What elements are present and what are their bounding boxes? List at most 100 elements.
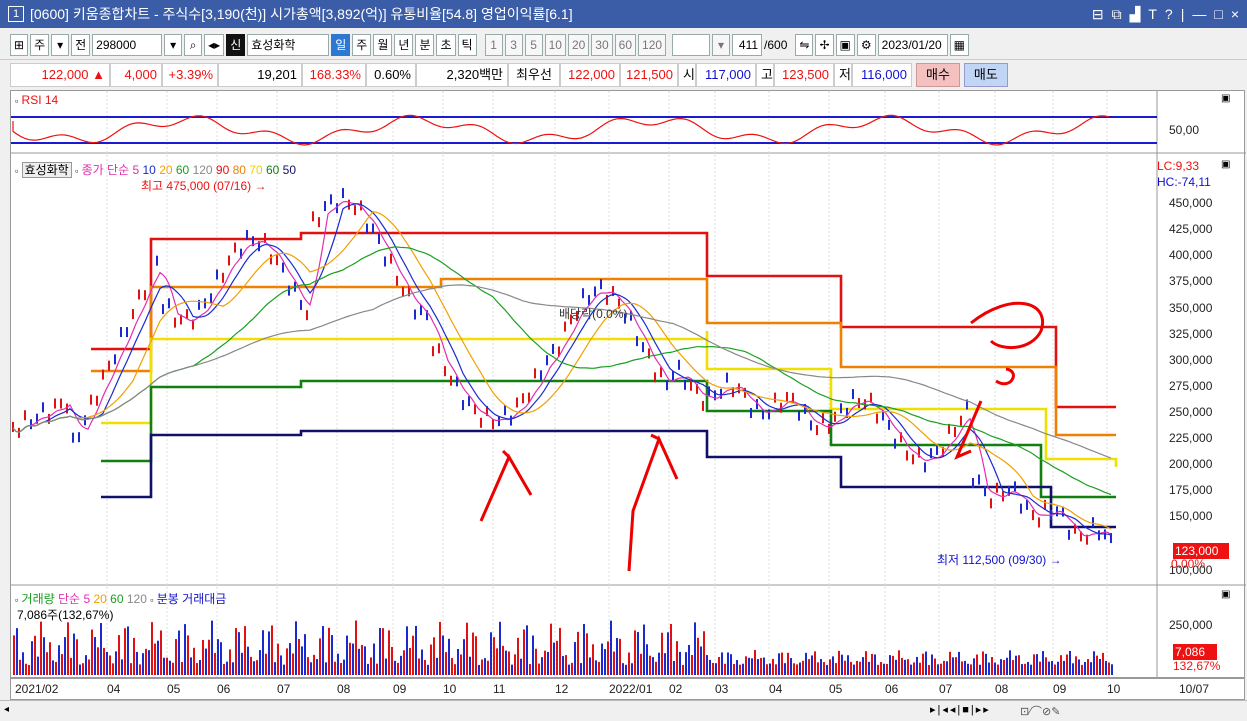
volume-bar [1051,661,1053,675]
candle [390,253,392,264]
candle [972,477,974,488]
interval-button-10[interactable]: 10 [544,33,566,56]
volume-bar [643,624,645,675]
volume-bar [850,661,852,675]
candle [78,432,80,443]
period-prefix[interactable]: 전 [71,33,91,56]
volume-bar [835,663,837,675]
sell-button[interactable]: 매도 [963,63,1008,87]
stock-name-field[interactable]: 효성화학 [247,33,330,56]
price-close-icon[interactable]: ▣ [1221,159,1230,170]
volume-bar [517,637,519,675]
candle [42,402,44,413]
crosshair-icon[interactable]: ✢ [815,33,834,56]
volume-bar [265,653,267,675]
volume-bar [166,657,168,675]
volume-bar [94,637,96,675]
volume-bar [148,650,150,675]
calendar-icon[interactable]: ▦ [949,33,969,56]
volume-bar [535,648,537,675]
candle [162,304,164,315]
interval-button-1[interactable]: 1 [484,33,503,56]
volume-bar [82,663,84,675]
tab-2[interactable]: 월 [373,33,393,56]
tab-0[interactable]: 일 [331,33,351,56]
rsi-close-icon[interactable]: ▣ [1221,93,1230,104]
volume-bar [886,663,888,675]
chart-area[interactable]: ▫ RSI 14 50,00 ▫ 효성화학 ▫ 종가 단순 5 10 20 60… [10,90,1246,679]
tab-3[interactable]: 년 [394,33,414,56]
window-control-8-icon[interactable]: × [1231,6,1239,23]
interval-button-5[interactable]: 5 [524,33,543,56]
volume-bar [601,643,603,675]
interval-button-60[interactable]: 60 [614,33,637,56]
window-control-1-icon[interactable]: ⧉ [1112,6,1122,23]
buy-button[interactable]: 매수 [916,63,960,87]
sound-icon[interactable]: ◂▸ [204,33,225,56]
volume-bar [13,635,15,675]
volume-bar [1111,664,1113,675]
window-control-7-icon[interactable]: □ [1214,6,1222,23]
volume-bar [922,653,924,675]
candle [276,255,278,266]
candle [504,405,506,416]
compare-icon[interactable]: ⇋ [795,33,814,56]
volume-bar [91,629,93,675]
candle [270,254,272,265]
window-control-2-icon[interactable]: ▟ [1130,6,1141,23]
interval-button-120[interactable]: 120 [638,33,667,56]
candle [150,263,152,274]
save-icon[interactable]: ▣ [835,33,855,56]
tab-6[interactable]: 틱 [457,33,477,56]
volume-bar [469,656,471,675]
volume-bar [646,644,648,675]
scroll-bar[interactable]: ◂ ▸|◂◂|■|▸▸ ⊡⁄⌒⊘✎ [0,700,1247,721]
stock-code-input[interactable]: 298000 [92,33,163,56]
code-dropdown-icon[interactable]: ▾ [164,33,183,56]
tab-1[interactable]: 주 [352,33,372,56]
volume-bar [115,651,117,675]
count-dropdown-icon[interactable]: ▾ [712,33,731,56]
playback-controls-icon[interactable]: ▸|◂◂|■|▸▸ [930,703,991,716]
volume-bar [826,664,828,675]
interval-button-3[interactable]: 3 [504,33,523,56]
candle [690,380,692,391]
volume-bar [652,657,654,675]
volume-bar [883,663,885,675]
window-control-3-icon[interactable]: T [1148,6,1157,23]
candle [798,410,800,421]
candle [774,392,776,403]
window-control-4-icon[interactable]: ? [1165,6,1173,23]
volume-bar [871,653,873,675]
volume-bar [739,664,741,675]
layout-icon[interactable]: ⊞ [10,33,29,56]
period-dropdown-icon[interactable]: ▾ [51,33,70,56]
blank-field[interactable] [672,33,711,56]
drawing-tools-icon[interactable]: ⊡⁄⌒⊘✎ [1020,703,1061,719]
volume-bar [1021,664,1023,675]
volume-bar [724,663,726,675]
scroll-left-icon[interactable]: ◂ [4,704,9,715]
volume-bar [1012,660,1014,675]
window-control-6-icon[interactable]: — [1192,6,1206,23]
candle [450,375,452,386]
candle [468,396,470,407]
volume-bar [406,626,408,675]
count-field[interactable]: 411 [732,33,763,56]
window-control-5-icon[interactable]: | [1181,6,1185,23]
volume-bar [622,663,624,675]
tab-4[interactable]: 분 [415,33,435,56]
volume-bar [994,662,996,675]
tab-5[interactable]: 초 [436,33,456,56]
settings-icon[interactable]: ⚙ [856,33,876,56]
interval-button-20[interactable]: 20 [567,33,590,56]
volume-close-icon[interactable]: ▣ [1221,589,1230,600]
interval-button-30[interactable]: 30 [591,33,613,56]
period-select[interactable]: 주 [30,33,50,56]
volume-bar [235,628,237,675]
volume-bar [1009,650,1011,675]
search-icon[interactable]: ⌕ [184,33,203,56]
window-control-0-icon[interactable]: ⊟ [1092,6,1104,23]
date-field[interactable]: 2023/01/20 [877,33,948,56]
new-badge[interactable]: 신 [226,33,246,56]
